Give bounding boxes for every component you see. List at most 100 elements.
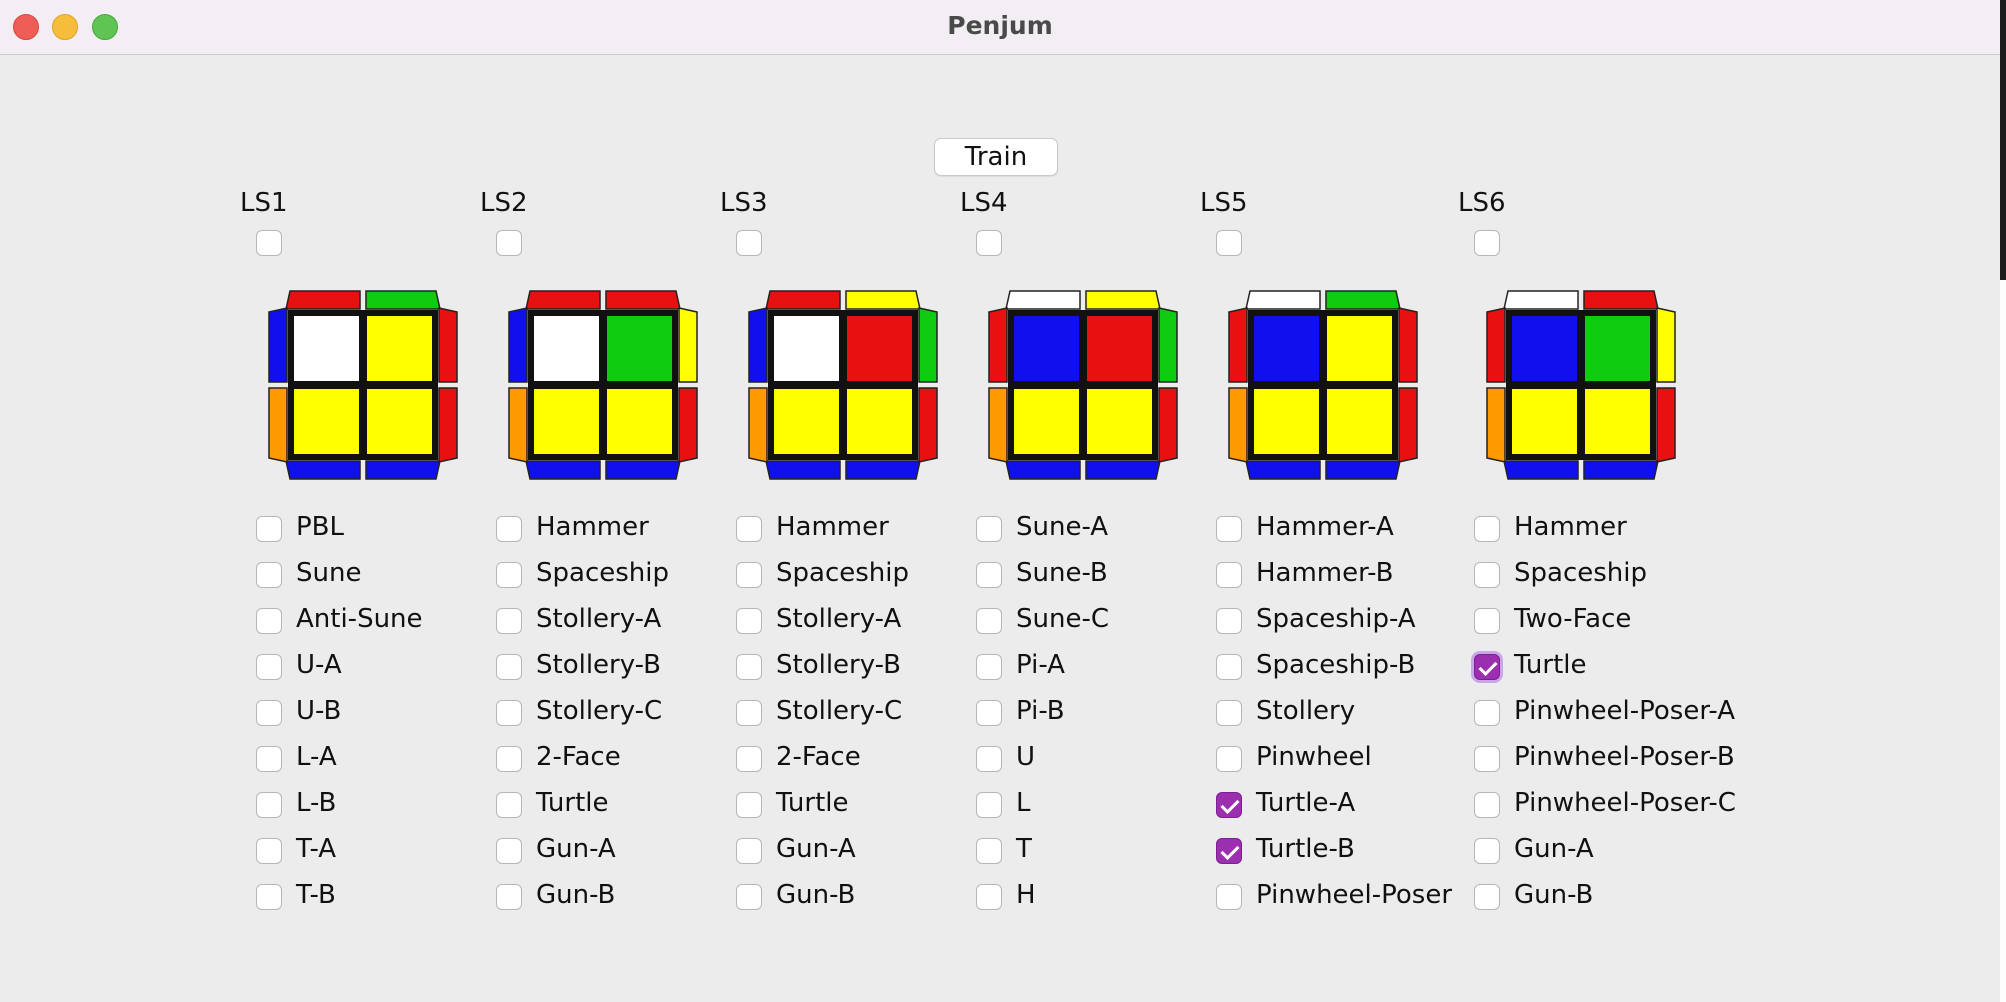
case-label[interactable]: Pinwheel-Poser-B bbox=[1514, 742, 1735, 772]
case-label[interactable]: Sune-A bbox=[1016, 512, 1108, 542]
case-label[interactable]: U-A bbox=[296, 650, 342, 680]
case-label[interactable]: Gun-B bbox=[536, 880, 615, 910]
case-checkbox[interactable] bbox=[736, 654, 762, 680]
case-checkbox[interactable] bbox=[976, 654, 1002, 680]
case-checkbox[interactable] bbox=[496, 562, 522, 588]
case-checkbox[interactable] bbox=[256, 654, 282, 680]
case-checkbox[interactable] bbox=[736, 884, 762, 910]
case-label[interactable]: Gun-A bbox=[536, 834, 616, 864]
case-label[interactable]: Sune-C bbox=[1016, 604, 1109, 634]
train-button[interactable]: Train bbox=[934, 138, 1058, 176]
case-label[interactable]: U bbox=[1016, 742, 1035, 772]
case-checkbox[interactable] bbox=[256, 884, 282, 910]
column-checkbox-2[interactable] bbox=[496, 230, 522, 256]
case-label[interactable]: Gun-B bbox=[1514, 880, 1593, 910]
case-checkbox[interactable] bbox=[976, 792, 1002, 818]
case-checkbox[interactable] bbox=[1474, 654, 1500, 680]
case-checkbox[interactable] bbox=[1216, 654, 1242, 680]
case-checkbox[interactable] bbox=[1474, 516, 1500, 542]
case-label[interactable]: Turtle-A bbox=[1256, 788, 1355, 818]
column-checkbox-4[interactable] bbox=[976, 230, 1002, 256]
case-label[interactable]: Stollery-C bbox=[536, 696, 662, 726]
case-checkbox[interactable] bbox=[976, 884, 1002, 910]
case-checkbox[interactable] bbox=[256, 746, 282, 772]
case-label[interactable]: Hammer bbox=[1514, 512, 1627, 542]
case-checkbox[interactable] bbox=[1216, 700, 1242, 726]
case-label[interactable]: Spaceship-A bbox=[1256, 604, 1416, 634]
case-checkbox[interactable] bbox=[1474, 608, 1500, 634]
case-checkbox[interactable] bbox=[1474, 746, 1500, 772]
case-checkbox[interactable] bbox=[1474, 884, 1500, 910]
scrollbar-thumb[interactable] bbox=[2000, 0, 2006, 280]
case-label[interactable]: Spaceship bbox=[536, 558, 669, 588]
case-checkbox[interactable] bbox=[1216, 516, 1242, 542]
case-checkbox[interactable] bbox=[976, 608, 1002, 634]
case-label[interactable]: Pi-B bbox=[1016, 696, 1065, 726]
case-checkbox[interactable] bbox=[736, 838, 762, 864]
case-checkbox[interactable] bbox=[496, 700, 522, 726]
case-label[interactable]: Spaceship bbox=[776, 558, 909, 588]
case-label[interactable]: Stollery-C bbox=[776, 696, 902, 726]
case-checkbox[interactable] bbox=[976, 700, 1002, 726]
case-checkbox[interactable] bbox=[256, 838, 282, 864]
case-checkbox[interactable] bbox=[736, 516, 762, 542]
case-checkbox[interactable] bbox=[1216, 838, 1242, 864]
case-checkbox[interactable] bbox=[976, 516, 1002, 542]
case-label[interactable]: Turtle bbox=[776, 788, 849, 818]
case-label[interactable]: Gun-A bbox=[1514, 834, 1594, 864]
case-checkbox[interactable] bbox=[736, 562, 762, 588]
case-label[interactable]: Stollery-A bbox=[776, 604, 901, 634]
case-label[interactable]: Stollery-B bbox=[776, 650, 901, 680]
case-label[interactable]: T-B bbox=[296, 880, 336, 910]
case-label[interactable]: Two-Face bbox=[1514, 604, 1631, 634]
case-label[interactable]: Hammer-B bbox=[1256, 558, 1393, 588]
case-checkbox[interactable] bbox=[1216, 884, 1242, 910]
case-label[interactable]: Stollery bbox=[1256, 696, 1355, 726]
case-label[interactable]: Stollery-A bbox=[536, 604, 661, 634]
case-label[interactable]: L bbox=[1016, 788, 1031, 818]
column-checkbox-6[interactable] bbox=[1474, 230, 1500, 256]
case-label[interactable]: Hammer-A bbox=[1256, 512, 1394, 542]
case-checkbox[interactable] bbox=[1474, 838, 1500, 864]
case-label[interactable]: Stollery-B bbox=[536, 650, 661, 680]
case-checkbox[interactable] bbox=[736, 746, 762, 772]
case-checkbox[interactable] bbox=[1216, 746, 1242, 772]
case-label[interactable]: PBL bbox=[296, 512, 344, 542]
case-label[interactable]: Turtle-B bbox=[1256, 834, 1355, 864]
case-checkbox[interactable] bbox=[496, 838, 522, 864]
case-label[interactable]: H bbox=[1016, 880, 1036, 910]
case-checkbox[interactable] bbox=[1216, 608, 1242, 634]
case-checkbox[interactable] bbox=[496, 746, 522, 772]
case-checkbox[interactable] bbox=[976, 746, 1002, 772]
case-checkbox[interactable] bbox=[1474, 792, 1500, 818]
column-checkbox-5[interactable] bbox=[1216, 230, 1242, 256]
case-label[interactable]: Pinwheel bbox=[1256, 742, 1372, 772]
case-label[interactable]: Sune bbox=[296, 558, 361, 588]
column-checkbox-1[interactable] bbox=[256, 230, 282, 256]
case-checkbox[interactable] bbox=[736, 700, 762, 726]
column-checkbox-3[interactable] bbox=[736, 230, 762, 256]
case-label[interactable]: Hammer bbox=[536, 512, 649, 542]
case-checkbox[interactable] bbox=[256, 516, 282, 542]
case-label[interactable]: Pinwheel-Poser-C bbox=[1514, 788, 1736, 818]
case-label[interactable]: T bbox=[1016, 834, 1032, 864]
case-checkbox[interactable] bbox=[976, 838, 1002, 864]
case-label[interactable]: L-B bbox=[296, 788, 336, 818]
case-label[interactable]: Pinwheel-Poser bbox=[1256, 880, 1452, 910]
case-checkbox[interactable] bbox=[1474, 700, 1500, 726]
case-label[interactable]: 2-Face bbox=[536, 742, 621, 772]
case-label[interactable]: Pi-A bbox=[1016, 650, 1065, 680]
case-checkbox[interactable] bbox=[256, 562, 282, 588]
case-label[interactable]: Hammer bbox=[776, 512, 889, 542]
case-checkbox[interactable] bbox=[736, 792, 762, 818]
case-checkbox[interactable] bbox=[256, 700, 282, 726]
case-checkbox[interactable] bbox=[1474, 562, 1500, 588]
case-label[interactable]: T-A bbox=[296, 834, 336, 864]
case-label[interactable]: Spaceship-B bbox=[1256, 650, 1415, 680]
case-checkbox[interactable] bbox=[496, 884, 522, 910]
case-checkbox[interactable] bbox=[496, 654, 522, 680]
case-checkbox[interactable] bbox=[976, 562, 1002, 588]
case-checkbox[interactable] bbox=[1216, 562, 1242, 588]
case-label[interactable]: Pinwheel-Poser-A bbox=[1514, 696, 1735, 726]
case-label[interactable]: Gun-A bbox=[776, 834, 856, 864]
